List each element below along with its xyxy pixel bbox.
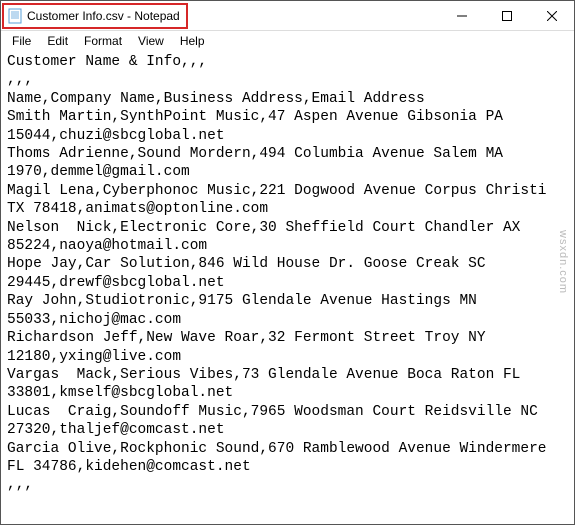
menu-file[interactable]: File [5,33,38,49]
menu-view[interactable]: View [131,33,171,49]
menubar: File Edit Format View Help [1,31,574,51]
window-controls [439,1,574,30]
notepad-icon [8,8,22,24]
window-title: Customer Info.csv - Notepad [27,9,180,23]
menu-help[interactable]: Help [173,33,212,49]
menu-format[interactable]: Format [77,33,129,49]
title-highlight-box: Customer Info.csv - Notepad [2,3,188,29]
titlebar: Customer Info.csv - Notepad [1,1,574,31]
close-button[interactable] [529,1,574,30]
text-area[interactable]: Customer Name & Info,,, ,,, Name,Company… [1,51,574,524]
menu-edit[interactable]: Edit [40,33,75,49]
minimize-button[interactable] [439,1,484,30]
maximize-button[interactable] [484,1,529,30]
